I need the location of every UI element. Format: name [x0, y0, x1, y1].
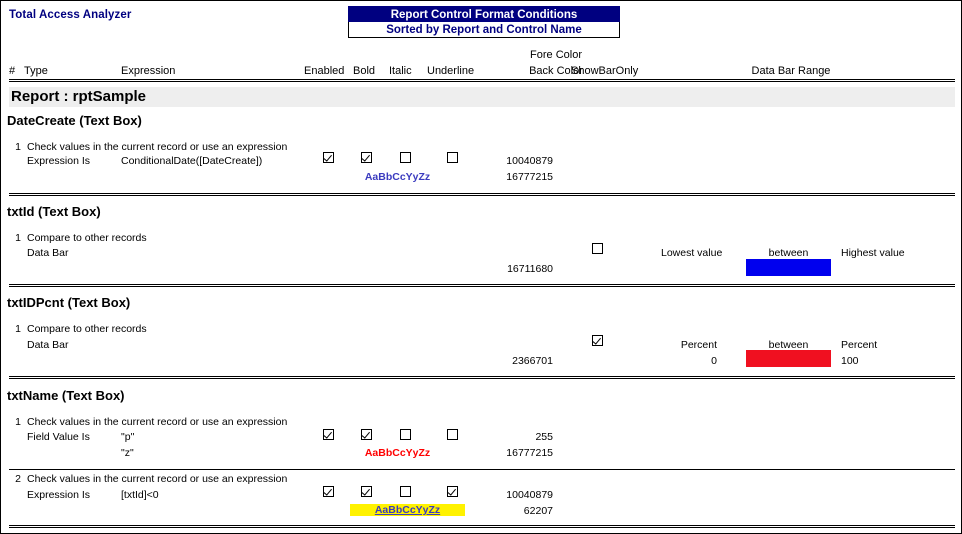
- rule-description: Compare to other records: [27, 232, 147, 244]
- report-subtitle: Sorted by Report and Control Name: [348, 22, 620, 38]
- databar-right-label: Highest value: [841, 247, 905, 259]
- checkbox-enabled[interactable]: [323, 152, 334, 163]
- report-title: Report Control Format Conditions: [348, 6, 620, 22]
- checkbox-bold[interactable]: [361, 152, 372, 163]
- control-title-txtid: txtId (Text Box): [7, 204, 101, 219]
- column-header-expression: Expression: [121, 65, 176, 77]
- report-title-box: Report Control Format Conditions Sorted …: [348, 6, 620, 38]
- checkbox-italic[interactable]: [400, 152, 411, 163]
- checkbox-underline[interactable]: [447, 429, 458, 440]
- section-rule: [9, 193, 955, 196]
- back-color-value: 16777215: [506, 171, 553, 183]
- group-band: [9, 87, 955, 107]
- brand-label: Total Access Analyzer: [9, 9, 132, 21]
- back-color-value: 62207: [523, 505, 553, 517]
- section-rule: [9, 376, 955, 379]
- rule-type: Expression Is: [27, 489, 91, 501]
- databar-middle-label: between: [768, 247, 809, 259]
- column-header-show-bar-only: ShowBarOnly: [571, 65, 639, 77]
- format-sample-text: AaBbCcYyZz: [350, 171, 445, 183]
- rule-separator: [9, 469, 955, 470]
- databar-left-value: 0: [711, 355, 717, 367]
- rule-expression: ConditionalDate([DateCreate]): [121, 155, 263, 167]
- checkbox-italic[interactable]: [400, 429, 411, 440]
- group-title: Report : rptSample: [11, 88, 147, 105]
- fore-color-value: 10040879: [506, 155, 553, 167]
- column-header-num: #: [9, 65, 16, 77]
- databar-right-label: Percent: [841, 339, 878, 351]
- section-rule: [9, 525, 955, 528]
- databar-left-label: Percent: [680, 339, 717, 351]
- column-header-underline: Underline: [427, 65, 475, 77]
- rule-type: Field Value Is: [27, 431, 90, 443]
- rule-expression: "p": [121, 431, 135, 443]
- column-header-italic: Italic: [389, 65, 412, 77]
- databar-left-label: Lowest value: [661, 247, 723, 259]
- format-sample-text: AaBbCcYyZz: [350, 447, 445, 459]
- control-title-datecreate: DateCreate (Text Box): [7, 113, 142, 128]
- rule-number: 1: [15, 323, 21, 335]
- rule-number: 2: [15, 473, 21, 485]
- checkbox-show-bar-only[interactable]: [592, 335, 603, 346]
- rule-expression-2: "z": [121, 447, 134, 459]
- rule-number: 1: [15, 141, 21, 153]
- section-rule: [9, 284, 955, 287]
- back-color-value: 16711680: [507, 263, 553, 275]
- format-sample-text: AaBbCcYyZz: [350, 504, 465, 516]
- report-page: Total Access Analyzer Report Control For…: [0, 0, 962, 534]
- column-header-fore-color: Fore Color: [530, 49, 582, 61]
- control-title-txtidpcnt: txtIDPcnt (Text Box): [7, 295, 131, 310]
- column-header-type: Type: [24, 65, 48, 77]
- back-color-value: 16777215: [506, 447, 553, 459]
- rule-type: Expression Is: [27, 155, 91, 167]
- rule-type: Data Bar: [27, 247, 69, 259]
- control-title-txtname: txtName (Text Box): [7, 388, 125, 403]
- rule-description: Compare to other records: [27, 323, 147, 335]
- checkbox-italic[interactable]: [400, 486, 411, 497]
- rule-number: 1: [15, 232, 21, 244]
- rule-description: Check values in the current record or us…: [27, 416, 288, 428]
- checkbox-bold[interactable]: [361, 429, 372, 440]
- databar-bar: [746, 259, 831, 276]
- rule-description: Check values in the current record or us…: [27, 473, 288, 485]
- rule-number: 1: [15, 416, 21, 428]
- rule-expression: [txtId]<0: [121, 489, 159, 501]
- fore-color-value: 10040879: [506, 489, 553, 501]
- rule-type: Data Bar: [27, 339, 69, 351]
- checkbox-enabled[interactable]: [323, 486, 334, 497]
- checkbox-underline[interactable]: [447, 486, 458, 497]
- header-rule: [9, 79, 955, 82]
- column-header-bold: Bold: [353, 65, 376, 77]
- column-header-enabled: Enabled: [304, 65, 345, 77]
- checkbox-show-bar-only[interactable]: [592, 243, 603, 254]
- checkbox-enabled[interactable]: [323, 429, 334, 440]
- rule-description: Check values in the current record or us…: [27, 141, 288, 153]
- databar-right-value: 100: [841, 355, 859, 367]
- databar-bar: [746, 350, 831, 367]
- checkbox-underline[interactable]: [447, 152, 458, 163]
- checkbox-bold[interactable]: [361, 486, 372, 497]
- column-header-data-bar-range: Data Bar Range: [751, 65, 831, 77]
- fore-color-value: 255: [535, 431, 553, 443]
- back-color-value: 2366701: [512, 355, 553, 367]
